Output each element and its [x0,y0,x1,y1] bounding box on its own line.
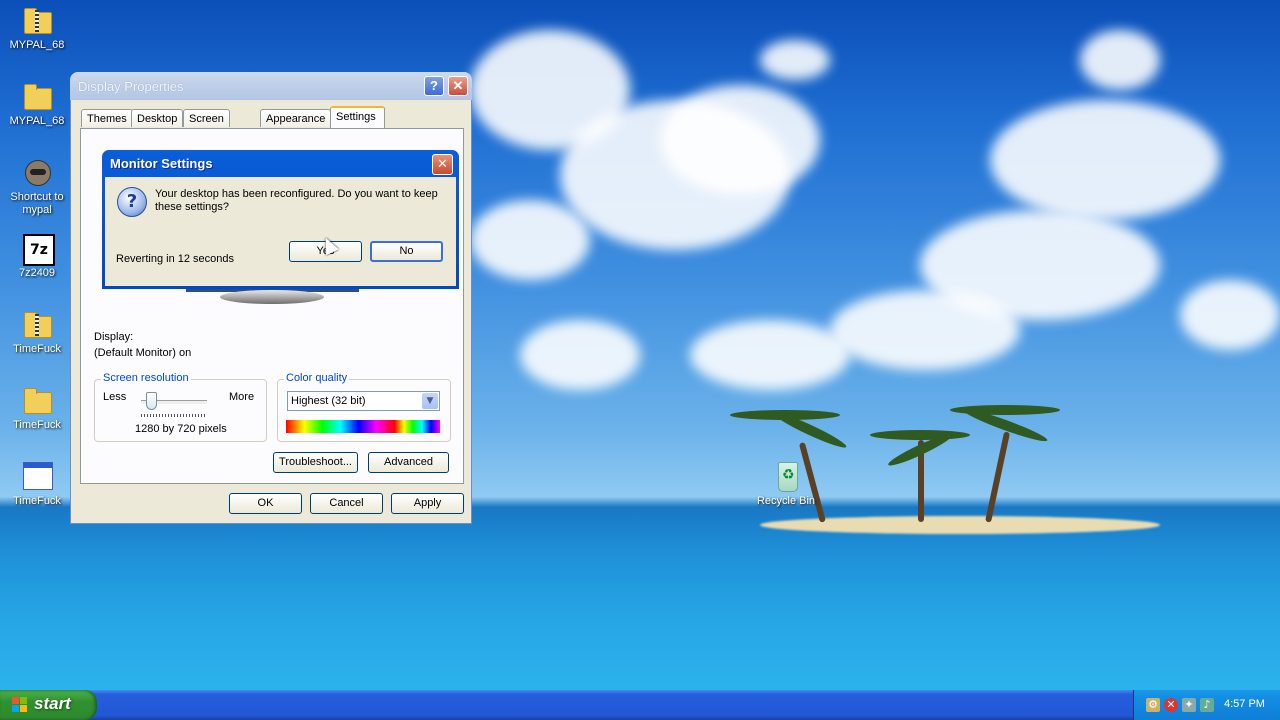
revert-countdown: Reverting in 12 seconds [116,253,235,265]
zip-folder-icon [21,4,53,36]
tab-settings[interactable]: Settings [330,106,385,128]
dialog-title: Monitor Settings [110,156,213,171]
application-window-icon [21,460,53,492]
apply-button[interactable]: Apply [391,493,464,514]
cancel-button[interactable]: Cancel [310,493,383,514]
color-spectrum-bar [286,420,440,433]
desktop-icon-recycle-bin[interactable]: ♻ Recycle Bin [749,460,823,508]
resolution-slider-ticks [141,414,207,417]
display-label: Display: [94,331,134,343]
close-button[interactable]: ✕ [448,76,468,96]
desktop-icon-timefuck-folder[interactable]: TimeFuck [0,384,74,432]
question-icon: ? [117,187,147,217]
color-quality-value: Highest (32 bit) [291,395,366,407]
tab-desktop[interactable]: Desktop [131,109,184,127]
start-label: start [34,694,71,713]
desktop-icon-label: TimeFuck [13,419,61,431]
screen-resolution-title: Screen resolution [101,372,191,384]
troubleshoot-button[interactable]: Troubleshoot... [273,452,358,473]
folder-icon [21,384,53,416]
dialog-message: Your desktop has been reconfigured. Do y… [155,188,438,213]
resolution-less-label: Less [103,391,127,403]
resolution-slider-thumb[interactable] [146,392,157,410]
recycle-bin-icon: ♻ [770,460,802,492]
windows-logo-icon [12,697,28,713]
color-quality-select[interactable]: Highest (32 bit) ▼ [287,391,440,411]
advanced-button[interactable]: Advanced [368,452,449,473]
monitor-preview-stand [220,290,324,304]
desktop-icon-label: TimeFuck [13,343,61,355]
resolution-value: 1280 by 720 pixels [135,423,227,435]
desktop-icon-timefuck-zip[interactable]: TimeFuck [0,308,74,356]
zip-folder-icon [21,308,53,340]
window-title: Display Properties [78,79,184,94]
resolution-more-label: More [229,391,255,403]
7zip-icon: 7z [21,232,55,266]
taskbar: start ⚙ ✕ ✦ ♪ 4:57 PM [0,690,1280,720]
desktop-icon-7zip[interactable]: 7z 7z2409 [0,232,74,280]
dialog-body: ? Your desktop has been reconfigured. Do… [105,177,456,286]
dialog-close-button[interactable]: ✕ [432,154,453,175]
desktop-icon-mypal-shortcut[interactable]: Shortcut to mypal [0,156,74,217]
color-quality-title: Color quality [284,372,350,384]
security-alert-icon[interactable]: ✕ [1164,698,1178,712]
tab-themes[interactable]: Themes [81,109,133,127]
tab-appearance[interactable]: Appearance [260,109,332,127]
desktop-icon-label: MYPAL_68 [9,115,65,127]
desktop-icon-timefuck-app[interactable]: TimeFuck [0,460,74,508]
desktop-icon-label: MYPAL_68 [9,39,65,51]
display-value: (Default Monitor) on [94,347,192,359]
desktop-icon-label: Shortcut to mypal [10,191,64,216]
desktop-icon-mypal-folder[interactable]: MYPAL_68 [0,80,74,128]
system-tray: ⚙ ✕ ✦ ♪ 4:57 PM [1133,690,1280,720]
desktop-icon-label: 7z2409 [18,267,56,279]
volume-icon[interactable]: ♪ [1200,698,1214,712]
ok-button[interactable]: OK [229,493,302,514]
monitor-settings-dialog: Monitor Settings ✕ ? Your desktop has be… [102,150,459,289]
desktop-icon-label: Recycle Bin [756,495,816,507]
help-button[interactable]: ? [424,76,444,96]
desktop-icon-label: TimeFuck [13,495,61,507]
no-button[interactable]: No [370,241,443,262]
tools-icon[interactable]: ✦ [1182,698,1196,712]
network-icon[interactable]: ⚙ [1146,698,1160,712]
folder-icon [21,80,53,112]
window-titlebar[interactable]: Display Properties ? ✕ [70,72,472,100]
tab-screen-saver[interactable]: Screen Saver [183,109,230,143]
start-button[interactable]: start [0,690,97,720]
desktop-icon-mypal-zip[interactable]: MYPAL_68 [0,4,74,52]
clock[interactable]: 4:57 PM [1224,698,1265,710]
mypal-shortcut-icon [21,156,53,188]
chevron-down-icon[interactable]: ▼ [422,393,438,409]
